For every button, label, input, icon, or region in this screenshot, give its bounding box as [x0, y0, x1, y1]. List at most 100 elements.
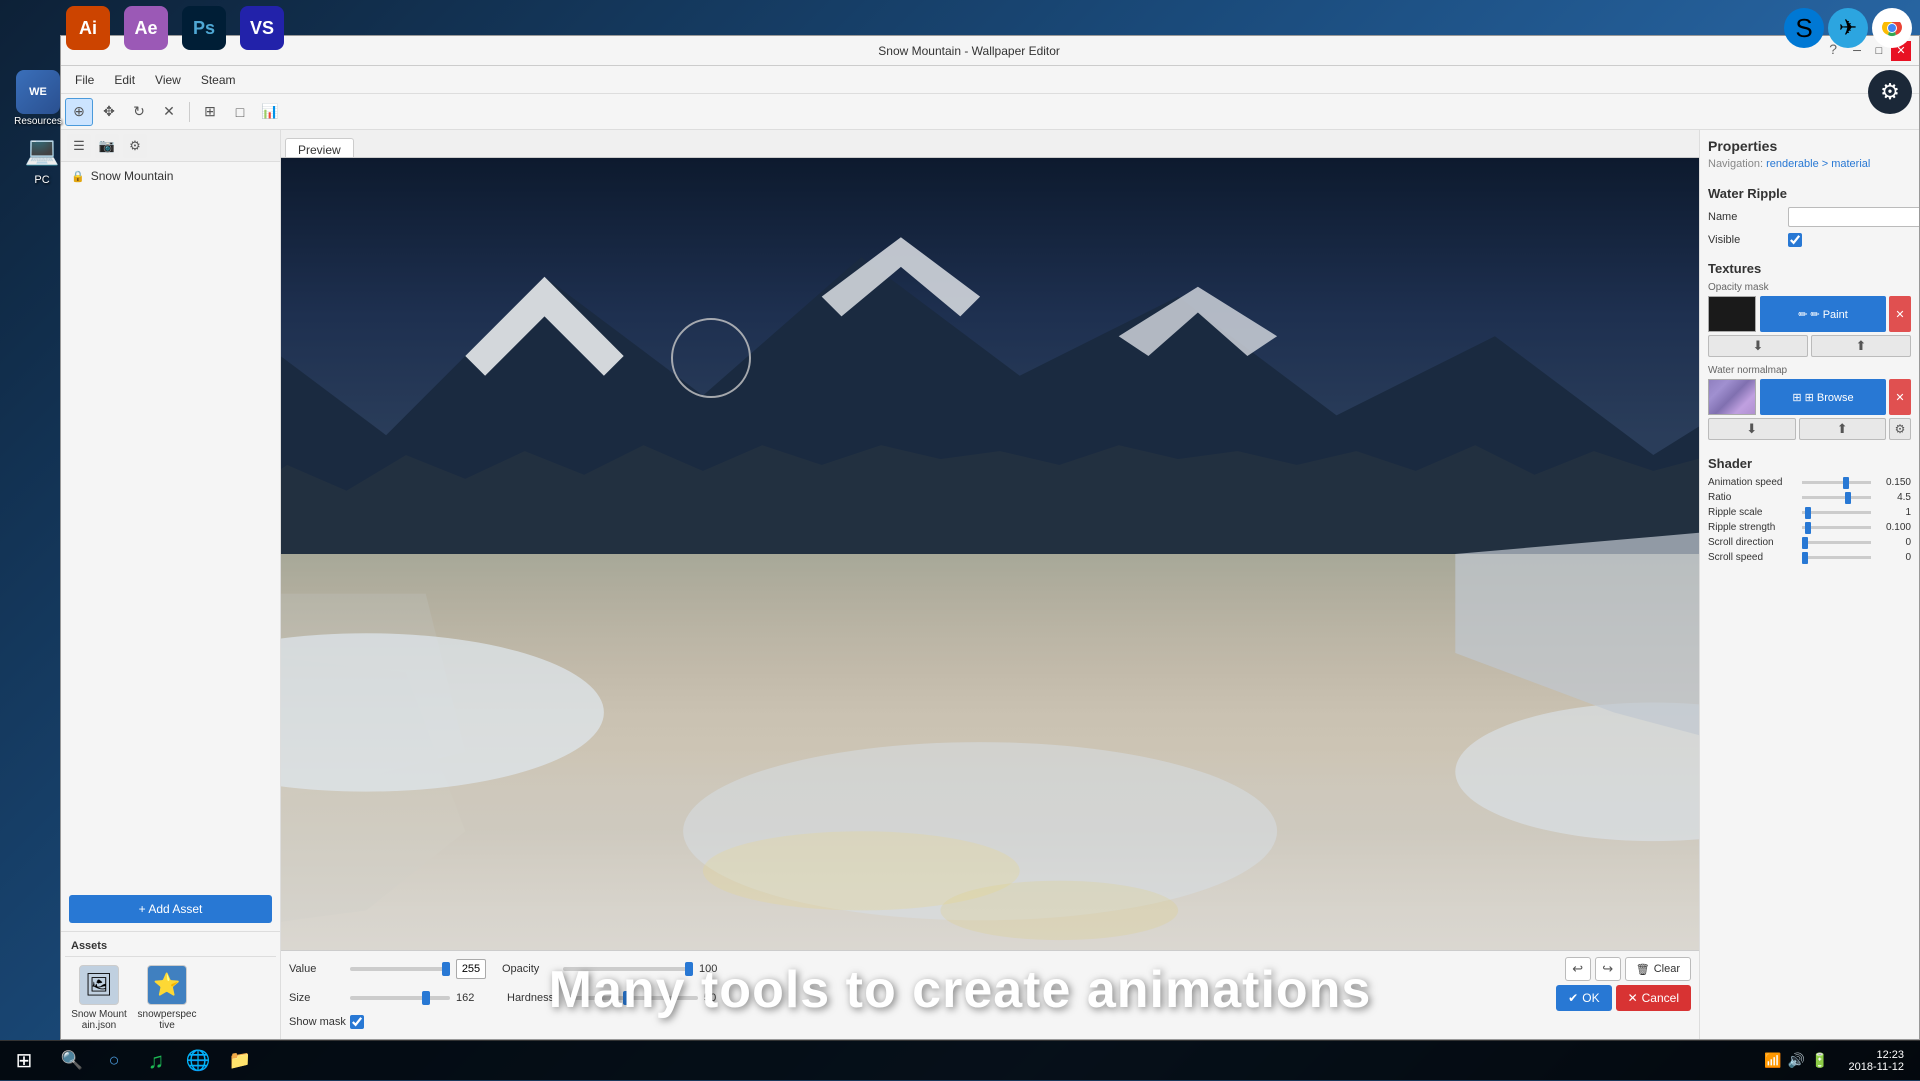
- opacity-mask-btn-row: ⬇ ⬆: [1708, 335, 1911, 357]
- tree-item-snow-mountain[interactable]: 🔒 Snow Mountain: [65, 166, 276, 186]
- menu-edit[interactable]: Edit: [104, 69, 145, 91]
- tool-grid[interactable]: ⊞: [196, 98, 224, 126]
- size-thumb[interactable]: [422, 991, 430, 1005]
- scroll-speed-slider[interactable]: [1802, 556, 1871, 559]
- add-asset-button[interactable]: + Add Asset: [69, 895, 272, 923]
- anim-speed-thumb[interactable]: [1843, 477, 1849, 489]
- size-slider[interactable]: [350, 996, 450, 1000]
- undo-button[interactable]: ↩: [1565, 957, 1591, 981]
- preview-tab[interactable]: Preview: [285, 138, 354, 157]
- settings-btn[interactable]: ⚙: [123, 134, 147, 158]
- size-value: 162: [456, 992, 491, 1004]
- taskbar-time[interactable]: 12:23 2018-11-12: [1841, 1049, 1912, 1073]
- taskbar-icons-right: 📶 🔊 🔋: [1764, 1052, 1828, 1069]
- photoshop-app[interactable]: Ps: [176, 0, 232, 56]
- taskbar-wifi[interactable]: 📶: [1764, 1052, 1781, 1069]
- taskbar-chrome[interactable]: 🌐: [178, 1041, 218, 1081]
- window-title: Snow Mountain - Wallpaper Editor: [109, 44, 1829, 58]
- ripple-scale-thumb[interactable]: [1805, 507, 1811, 519]
- ratio-thumb[interactable]: [1845, 492, 1851, 504]
- show-mask-checkbox[interactable]: [350, 1015, 364, 1029]
- anim-speed-slider[interactable]: [1802, 481, 1871, 484]
- opacity-thumb[interactable]: [685, 962, 693, 976]
- asset-label-1: snowperspective: [137, 1009, 197, 1031]
- scroll-speed-label: Scroll speed: [1708, 552, 1798, 563]
- textures-section: Textures Opacity mask ✏ ✏ Paint ✕: [1708, 261, 1911, 448]
- menu-file[interactable]: File: [65, 69, 104, 91]
- taskbar-battery[interactable]: 🔋: [1811, 1052, 1828, 1069]
- textures-label: Textures: [1708, 261, 1911, 276]
- steam-icon-right[interactable]: ⚙: [1868, 70, 1912, 114]
- tool-chart[interactable]: 📊: [256, 98, 284, 126]
- taskbar-cortana[interactable]: ○: [94, 1041, 134, 1081]
- tool-refresh[interactable]: ↻: [125, 98, 153, 126]
- normalmap-settings-btn[interactable]: ⚙: [1889, 418, 1911, 440]
- cancel-button[interactable]: ✕ Cancel: [1616, 985, 1691, 1011]
- props-nav-link[interactable]: renderable > material: [1766, 158, 1870, 170]
- ratio-value: 4.5: [1875, 492, 1911, 503]
- preview-canvas[interactable]: [281, 158, 1699, 950]
- taskbar-spotify[interactable]: ♫: [136, 1041, 176, 1081]
- normalmap-export-btn[interactable]: ⬆: [1799, 418, 1887, 440]
- camera-btn[interactable]: 📷: [95, 134, 119, 158]
- value-input[interactable]: 255: [456, 959, 486, 979]
- tool-move[interactable]: ⊕: [65, 98, 93, 126]
- ripple-strength-slider[interactable]: [1802, 526, 1871, 529]
- vs-icon: VS: [240, 6, 284, 50]
- visible-checkbox[interactable]: [1788, 233, 1802, 247]
- opacity-slider[interactable]: [563, 967, 693, 971]
- ripple-scale-slider[interactable]: [1802, 511, 1871, 514]
- ok-button[interactable]: ✔ OK: [1556, 985, 1611, 1011]
- hardness-thumb[interactable]: [623, 991, 631, 1005]
- illustrator-app[interactable]: Ai: [60, 0, 116, 56]
- tool-layout[interactable]: □: [226, 98, 254, 126]
- size-label: Size: [289, 992, 344, 1004]
- opacity-mask-block: Opacity mask ✏ ✏ Paint ✕: [1708, 282, 1911, 357]
- ripple-strength-thumb[interactable]: [1805, 522, 1811, 534]
- asset-item-0[interactable]: 🖼 Snow Mountain.json: [69, 965, 129, 1031]
- scroll-dir-thumb[interactable]: [1802, 537, 1808, 549]
- opacity-import-btn[interactable]: ⬇: [1708, 335, 1808, 357]
- ratio-slider[interactable]: [1802, 496, 1871, 499]
- browse-button[interactable]: ⊞ ⊞ Browse: [1760, 379, 1886, 415]
- opacity-export-btn[interactable]: ⬆: [1811, 335, 1911, 357]
- ae-icon: Ae: [124, 6, 168, 50]
- taskbar-search[interactable]: 🔍: [52, 1041, 92, 1081]
- chrome-icon[interactable]: [1872, 8, 1912, 48]
- name-input[interactable]: [1788, 207, 1919, 227]
- paint-button[interactable]: ✏ ✏ Paint: [1760, 296, 1886, 332]
- scroll-speed-thumb[interactable]: [1802, 552, 1808, 564]
- after-effects-app[interactable]: Ae: [118, 0, 174, 56]
- hardness-slider-group: Hardness 50: [507, 992, 739, 1004]
- value-slider-group: Value 255: [289, 959, 486, 979]
- menu-view[interactable]: View: [145, 69, 191, 91]
- opacity-mask-delete-btn[interactable]: ✕: [1889, 296, 1911, 332]
- start-button[interactable]: ⊞: [0, 1041, 48, 1081]
- tool-close[interactable]: ✕: [155, 98, 183, 126]
- asset-item-1[interactable]: ⭐ snowperspective: [137, 965, 197, 1031]
- scroll-dir-slider[interactable]: [1802, 541, 1871, 544]
- clear-button[interactable]: 🗑 Clear: [1625, 957, 1691, 981]
- assets-panel: Assets 🖼 Snow Mountain.json ⭐ snowperspe…: [61, 931, 280, 1039]
- redo-button[interactable]: ↪: [1595, 957, 1621, 981]
- normalmap-delete-btn[interactable]: ✕: [1889, 379, 1911, 415]
- normalmap-import-btn[interactable]: ⬇: [1708, 418, 1796, 440]
- anim-speed-value: 0.150: [1875, 477, 1911, 488]
- sys-tray-icons: S ✈: [1776, 0, 1920, 56]
- vs-app[interactable]: VS: [234, 0, 290, 56]
- taskbar-volume[interactable]: 🔊: [1788, 1052, 1805, 1069]
- we-resources-icon[interactable]: WE Resources: [14, 70, 62, 127]
- telegram-icon[interactable]: ✈: [1828, 8, 1868, 48]
- vs-label: VS: [250, 18, 274, 39]
- value-thumb[interactable]: [442, 962, 450, 976]
- ripple-scale-value: 1: [1875, 507, 1911, 518]
- hardness-slider[interactable]: [568, 996, 698, 1000]
- ps-icon: Ps: [182, 6, 226, 50]
- skype-icon[interactable]: S: [1784, 8, 1824, 48]
- taskbar-folder[interactable]: 📁: [220, 1041, 260, 1081]
- menu-steam[interactable]: Steam: [191, 69, 246, 91]
- list-view-btn[interactable]: ☰: [67, 134, 91, 158]
- tool-select[interactable]: ✥: [95, 98, 123, 126]
- value-slider[interactable]: [350, 967, 450, 971]
- scroll-dir-label: Scroll direction: [1708, 537, 1798, 548]
